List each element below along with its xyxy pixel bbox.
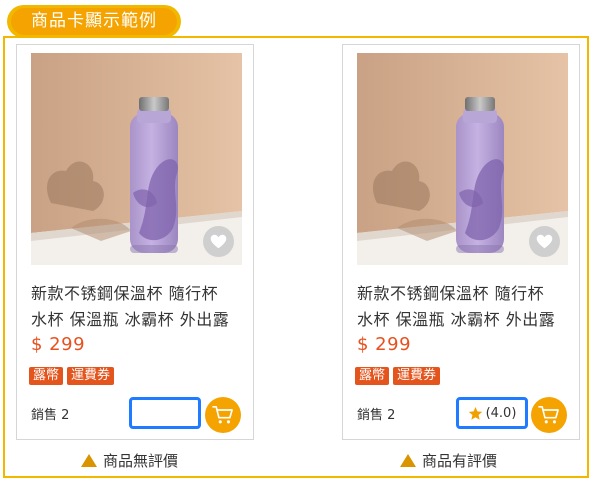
add-to-cart-button[interactable] [531,397,567,433]
tag-shipping-coupon: 運費券 [67,367,115,385]
sales-count: 銷售 2 [357,408,396,423]
rating-value: (4.0) [485,405,517,421]
cart-icon [538,406,559,424]
product-price: $ 299 [357,334,412,355]
favorite-button[interactable] [203,226,234,257]
product-price: $ 299 [31,334,86,355]
tag-shipping-coupon: 運費券 [393,367,441,385]
title-text: 商品卡顯示範例 [11,8,177,35]
heart-icon [210,234,227,249]
cart-icon [212,406,233,424]
warning-triangle-icon [81,454,97,467]
caption-no-rating: 商品無評價 [81,450,178,471]
tag-coin: 露幣 [355,367,390,385]
rating-highlight: (4.0) [456,397,528,429]
product-name[interactable]: 新款不锈鋼保溫杯 隨行杯 水杯 保溫瓶 冰霸杯 外出露 [31,281,246,333]
add-to-cart-button[interactable] [205,397,241,433]
product-name-line-1: 新款不锈鋼保溫杯 隨行杯 [31,284,219,303]
caption-text: 商品有評價 [422,452,498,470]
example-canvas: 商品卡顯示範例 新款不锈鋼保溫杯 隨行杯 水杯 保溫瓶 冰霸杯 外出露 $ 29… [0,0,594,482]
product-name-line-2: 水杯 保溫瓶 冰霸杯 外出露 [31,310,230,329]
promo-tags: 露幣 運費券 [29,367,115,385]
caption-with-rating: 商品有評價 [400,450,497,471]
tag-coin: 露幣 [29,367,64,385]
product-card-no-rating[interactable]: 新款不锈鋼保溫杯 隨行杯 水杯 保溫瓶 冰霸杯 外出露 $ 299 露幣 運費券… [16,44,254,440]
heart-icon [536,234,553,249]
favorite-button[interactable] [529,226,560,257]
warning-triangle-icon [400,454,416,467]
title-badge: 商品卡顯示範例 [7,5,181,38]
product-name[interactable]: 新款不锈鋼保溫杯 隨行杯 水杯 保溫瓶 冰霸杯 外出露 [357,281,572,333]
product-image[interactable] [357,53,568,265]
promo-tags: 露幣 運費券 [355,367,441,385]
sales-count: 銷售 2 [31,408,70,423]
product-name-line-2: 水杯 保溫瓶 冰霸杯 外出露 [357,310,556,329]
product-name-line-1: 新款不锈鋼保溫杯 隨行杯 [357,284,545,303]
caption-text: 商品無評價 [103,452,179,470]
rating-empty-highlight [129,397,201,429]
star-icon [468,406,482,420]
product-image[interactable] [31,53,242,265]
product-card-with-rating[interactable]: 新款不锈鋼保溫杯 隨行杯 水杯 保溫瓶 冰霸杯 外出露 $ 299 露幣 運費券… [342,44,580,440]
